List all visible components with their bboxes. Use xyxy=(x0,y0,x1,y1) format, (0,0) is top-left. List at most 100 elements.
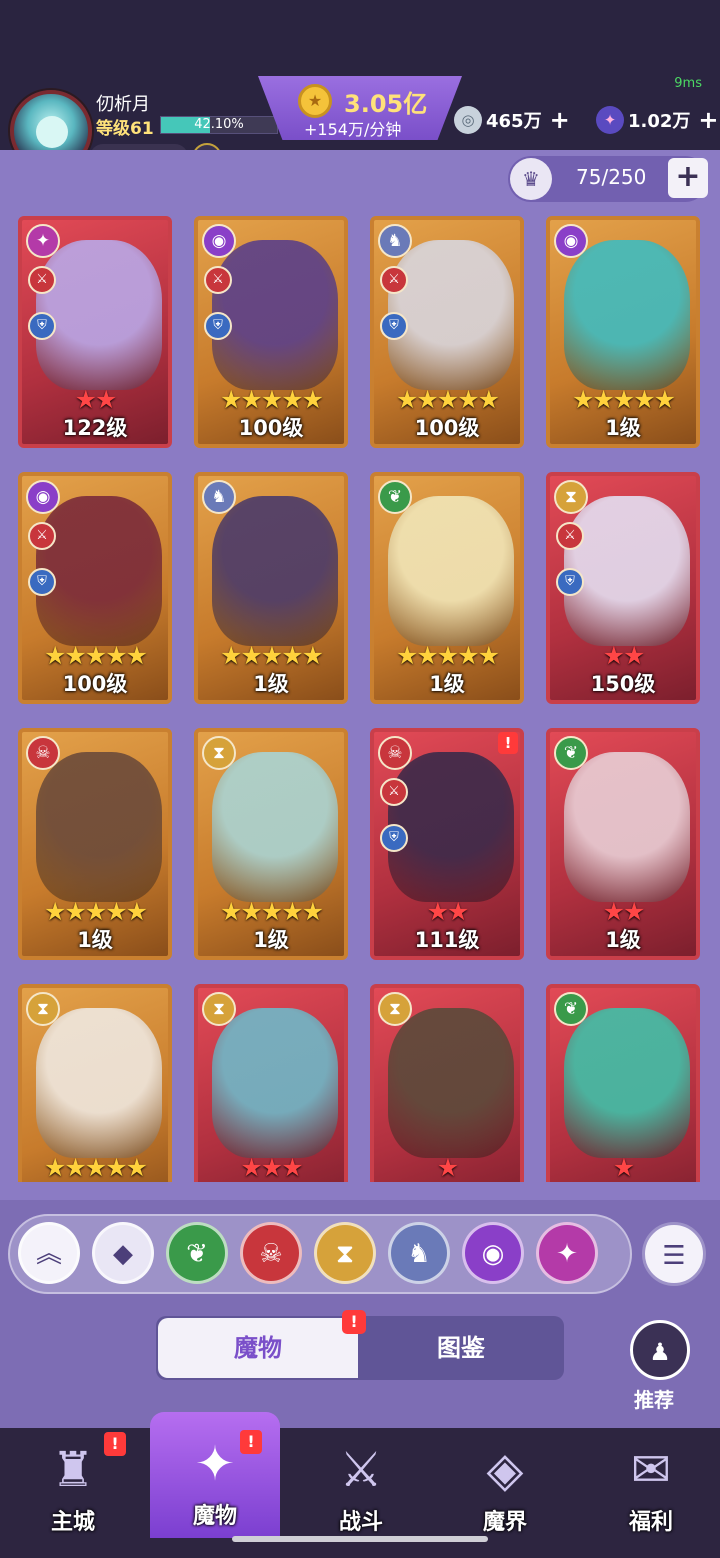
nav-monster[interactable]: ✦ 魔物! xyxy=(150,1412,280,1538)
monster-portrait xyxy=(564,1008,690,1158)
filter-compass-button[interactable]: ✦ xyxy=(536,1222,598,1284)
nav-alert-badge: ! xyxy=(240,1430,262,1454)
filter-skull-button[interactable]: ☠ xyxy=(240,1222,302,1284)
recommend-label: 推荐 xyxy=(634,1388,674,1412)
eye-faction-icon: ◉ xyxy=(202,224,236,258)
monster-portrait xyxy=(212,240,338,390)
hourglass-faction-icon: ⧗ xyxy=(26,992,60,1026)
filter-hourglass-button[interactable]: ⧗ xyxy=(314,1222,376,1284)
filter-dragon-button[interactable]: ♞ xyxy=(388,1222,450,1284)
monster-portrait xyxy=(212,1008,338,1158)
star-rating: ★★ xyxy=(602,641,646,670)
star-rating: ★★ xyxy=(426,897,470,926)
tab-alert-badge: ! xyxy=(342,1310,366,1334)
star-rating: ★★★★★ xyxy=(219,641,324,670)
monster-card[interactable]: ❦ ★ xyxy=(546,984,700,1182)
monster-card[interactable]: ❦ ★★★★★ 1级 xyxy=(370,472,524,704)
filter-leaf-button[interactable]: ❦ xyxy=(166,1222,228,1284)
monster-level: 100级 xyxy=(414,416,480,440)
shield-role-icon: ⛨ xyxy=(28,568,56,596)
monster-portrait xyxy=(36,752,162,902)
monster-card[interactable]: ◉ ⚔ ⛨ ★★★★★ 100级 xyxy=(194,216,348,448)
monster-level: 100级 xyxy=(62,672,128,696)
sword-role-icon: ⚔ xyxy=(204,266,232,294)
recommend-button[interactable]: ♟ xyxy=(630,1320,690,1380)
silver-add-button[interactable]: + xyxy=(550,106,570,134)
star-rating: ★★★★★ xyxy=(395,385,500,414)
shield-role-icon: ⛨ xyxy=(204,312,232,340)
monster-portrait xyxy=(36,240,162,390)
star-rating: ★★ xyxy=(602,897,646,926)
monster-card[interactable]: ⧗ ★★★★★ 1级 xyxy=(194,728,348,960)
skull-faction-icon: ☠ xyxy=(378,736,412,770)
monster-portrait xyxy=(564,496,690,646)
sword-role-icon: ⚔ xyxy=(380,266,408,294)
monster-card[interactable]: ❦ ★★ 1级 xyxy=(546,728,700,960)
monster-card[interactable]: ☠ ★★★★★ 1级 xyxy=(18,728,172,960)
gem-add-button[interactable]: + xyxy=(698,106,718,134)
portal-icon: ◈ xyxy=(486,1442,524,1498)
monster-portrait xyxy=(212,496,338,646)
nav-alert-badge: ! xyxy=(104,1432,126,1456)
monster-portrait xyxy=(388,752,514,902)
shield-role-icon: ⛨ xyxy=(28,312,56,340)
star-rating: ★★★★★ xyxy=(43,641,148,670)
sword-role-icon: ⚔ xyxy=(556,522,584,550)
nav-label: 战斗 xyxy=(338,1510,383,1535)
eye-faction-icon: ◉ xyxy=(26,480,60,514)
monster-card[interactable]: ⧗ ★★★ xyxy=(194,984,348,1182)
monster-level: 111级 xyxy=(414,928,480,952)
player-name: 仞析月 xyxy=(96,94,150,115)
monster-portrait xyxy=(388,240,514,390)
filter-collapse-button[interactable]: ︽ xyxy=(18,1222,80,1284)
monster-card[interactable]: ⧗ ★ xyxy=(370,984,524,1182)
filter-eye-button[interactable]: ◉ xyxy=(462,1222,524,1284)
sword-role-icon: ⚔ xyxy=(28,522,56,550)
monster-level: 150级 xyxy=(590,672,656,696)
tab-codex[interactable]: 图鉴 xyxy=(360,1318,562,1378)
shield-role-icon: ⛨ xyxy=(380,312,408,340)
star-rating: ★ xyxy=(436,1153,459,1182)
sort-button[interactable]: ☰ xyxy=(642,1222,706,1286)
exp-percent: 42.10% xyxy=(194,117,244,132)
gold-rate: +154万/分钟 xyxy=(304,120,402,139)
monster-portrait xyxy=(212,752,338,902)
shield-role-icon: ⛨ xyxy=(556,568,584,596)
leaf-faction-icon: ❦ xyxy=(554,992,588,1026)
filter-all-button[interactable]: ◆ xyxy=(92,1222,154,1284)
star-rating: ★★★★★ xyxy=(43,1153,148,1182)
eye-faction-icon: ◉ xyxy=(554,224,588,258)
monster-capacity-icon: ♛ xyxy=(510,158,552,200)
monster-card[interactable]: ◉ ⚔ ⛨ ★★★★★ 100级 xyxy=(18,472,172,704)
monster-card[interactable]: ◉ ★★★★★ 1级 xyxy=(546,216,700,448)
monster-level: 1级 xyxy=(429,672,465,696)
compass-faction-icon: ✦ xyxy=(26,224,60,258)
monster-card[interactable]: ⧗ ⚔ ⛨ ★★ 150级 xyxy=(546,472,700,704)
star-rating: ★★ xyxy=(74,385,118,414)
gem-currency: ✦ 1.02万 + xyxy=(596,104,719,136)
home-indicator xyxy=(232,1536,488,1542)
nav-chest[interactable]: ✉ 福利 xyxy=(586,1430,716,1540)
monster-card[interactable]: ♞ ⚔ ⛨ ★★★★★ 100级 xyxy=(370,216,524,448)
star-rating: ★★★★★ xyxy=(219,897,324,926)
nav-sword[interactable]: ⚔ 战斗 xyxy=(296,1430,426,1540)
star-rating: ★★★ xyxy=(240,1153,303,1182)
capacity-count: 75/250 xyxy=(576,165,647,189)
hourglass-faction-icon: ⧗ xyxy=(202,736,236,770)
leaf-faction-icon: ❦ xyxy=(378,480,412,514)
tab-monsters[interactable]: 魔物 xyxy=(158,1318,358,1378)
monster-card[interactable]: ⧗ ★★★★★ xyxy=(18,984,172,1182)
monster-card[interactable]: ☠ ⚔ ⛨ ★★ 111级! xyxy=(370,728,524,960)
star-rating: ★★★★★ xyxy=(395,641,500,670)
monster-level: 1级 xyxy=(605,928,641,952)
star-rating: ★ xyxy=(612,1153,635,1182)
nav-label: 魔物 xyxy=(192,1504,237,1529)
card-alert-badge: ! xyxy=(498,732,518,754)
nav-castle[interactable]: ♜ 主城! xyxy=(8,1430,138,1540)
monster-portrait xyxy=(388,496,514,646)
expand-capacity-button[interactable]: + xyxy=(668,158,708,198)
monster-card[interactable]: ♞ ★★★★★ 1级 xyxy=(194,472,348,704)
hourglass-faction-icon: ⧗ xyxy=(202,992,236,1026)
nav-portal[interactable]: ◈ 魔界 xyxy=(440,1430,570,1540)
monster-card[interactable]: ✦ ⚔ ⛨ ★★ 122级 xyxy=(18,216,172,448)
